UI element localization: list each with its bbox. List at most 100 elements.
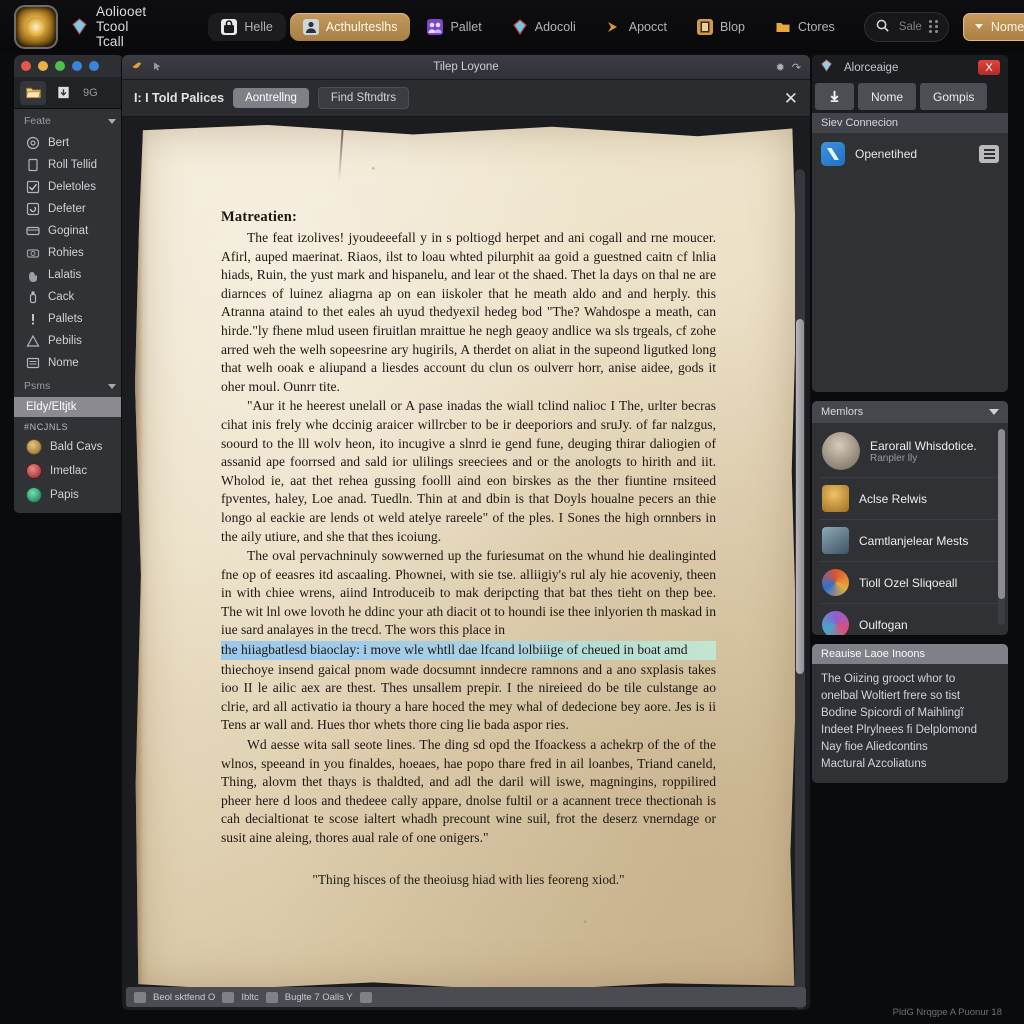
sidebar-item-label: Bert — [48, 137, 70, 149]
sidebar-item-label: Pebilis — [48, 335, 82, 347]
sidebar-item-deletoles[interactable]: Deletoles — [14, 176, 124, 198]
document-tab-label: I: I Told Palices — [134, 91, 225, 105]
triangle-warning-icon — [26, 334, 40, 348]
avatar — [26, 487, 42, 503]
page-paragraph: "Aur it he heerest unelall or A pase ina… — [221, 398, 716, 544]
connection-row[interactable]: Openetihed — [812, 133, 1008, 175]
sidebar-item-pebilis[interactable]: Pebilis — [14, 330, 124, 352]
list-item[interactable]: onelbal Woltiert frere so tist — [821, 688, 999, 705]
tab-helle[interactable]: Helle — [208, 12, 286, 41]
avatar — [26, 463, 42, 479]
refresh-box-icon — [26, 202, 40, 216]
resources-panel: Reauise Laoe Inoons The Oiizing grooct w… — [812, 644, 1008, 783]
tab-acthulrteslhs[interactable]: Acthulrteslhs — [289, 12, 411, 41]
sidebar-section-one-header[interactable]: Feate — [14, 109, 124, 132]
search-input[interactable]: Sale — [863, 11, 949, 42]
chevron-down-icon — [974, 24, 983, 29]
sidebar-item-imetlac[interactable]: Imetlac — [14, 459, 124, 483]
list-item[interactable]: Bodine Spicordi of Maihlingĩ — [821, 705, 999, 722]
list-item[interactable]: Camtlanjelear Mests — [820, 520, 1000, 562]
sidebar-item-label: Rohies — [48, 247, 84, 259]
gompis-button[interactable]: Gompis — [920, 83, 988, 110]
member-name: Tioll Ozel Sliqoeall — [859, 575, 958, 590]
sidebar-selected-item[interactable]: Eldy/Eltjtk — [14, 397, 124, 417]
sidebar-item-bert[interactable]: Bert — [14, 132, 124, 154]
list-item[interactable]: Nay fioe Aliedcontins — [821, 739, 999, 756]
tab-label: Acthulrteslhs — [325, 19, 398, 34]
avatar — [822, 611, 849, 635]
grip-dots-icon[interactable] — [928, 20, 938, 33]
list-item[interactable]: Tioll Ozel Sliqoeall — [820, 562, 1000, 604]
alorceaige-panel: Alorceaige X Nome Gompis Siev Connecion … — [812, 55, 1008, 392]
sun-emblem-logo[interactable] — [14, 4, 58, 49]
tab-find-sftndtrs[interactable]: Find Sftndtrs — [317, 87, 410, 109]
small-chip-icon — [359, 991, 372, 1003]
app-title: Aoliooet Tcool Tcall — [96, 4, 147, 49]
window-extra-dot-1[interactable] — [72, 61, 82, 71]
search-placeholder: Sale — [898, 20, 922, 33]
window-minimize-dot[interactable] — [38, 61, 48, 71]
sidebar-item-rohies[interactable]: Rohies — [14, 242, 124, 264]
avatar — [26, 439, 42, 455]
scrollbar-thumb[interactable] — [998, 429, 1005, 599]
nome-button[interactable]: Nome — [858, 83, 917, 110]
list-item[interactable]: Earorall Whisdotice. Ranpler lly — [820, 425, 1000, 478]
list-item[interactable]: Oulfogan — [820, 604, 1000, 635]
sidebar-item-nome[interactable]: Nome — [14, 352, 124, 374]
sidebar-item-pallets[interactable]: Pallets — [14, 308, 124, 330]
camera-icon — [26, 246, 40, 260]
avatar — [822, 432, 860, 470]
document-vertical-scrollbar[interactable] — [795, 169, 805, 1009]
page-crack-decoration — [338, 125, 344, 182]
open-folder-icon[interactable] — [20, 80, 46, 105]
user-menu-button[interactable]: Nome — [962, 12, 1024, 41]
sidebar-item-goginat[interactable]: Goginat — [14, 220, 124, 242]
tab-pallet[interactable]: Pallet — [414, 13, 494, 41]
resources-list: The Oiizing grooct whor to onelbal Wolti… — [812, 664, 1008, 783]
tab-apocct[interactable]: Apocct — [593, 13, 680, 41]
window-controls — [14, 55, 124, 77]
document-titlebar: Tilep Loyone ✹ ↷ — [122, 55, 810, 80]
document-icon — [26, 158, 40, 172]
connection-section-header: Siev Connecion — [812, 113, 1008, 133]
tab-ctores[interactable]: Ctores — [762, 13, 848, 41]
tab-aontrellng[interactable]: Aontrellng — [233, 88, 309, 108]
list-item[interactable]: Indeet Plrylnees fi Delplomond — [821, 722, 999, 739]
sidebar-item-cack[interactable]: Cack — [14, 286, 124, 308]
tab-blop[interactable]: Blop — [684, 13, 758, 41]
sidebar-item-bald-cavs[interactable]: Bald Cavs — [14, 435, 124, 459]
list-item[interactable]: The Oiizing grooct whor to — [821, 671, 999, 688]
card-icon — [26, 224, 40, 238]
import-page-icon[interactable] — [50, 81, 76, 105]
members-scrollbar[interactable] — [998, 429, 1005, 625]
list-item[interactable]: Aclse Relwis — [820, 478, 1000, 520]
list-item[interactable]: Mactural Azcoliatuns — [821, 756, 999, 773]
sidebar-item-defeter[interactable]: Defeter — [14, 198, 124, 220]
scrollbar-thumb[interactable] — [796, 319, 804, 674]
tab-adocoli[interactable]: Adocoli — [499, 13, 589, 41]
download-arrow-icon[interactable] — [815, 83, 854, 110]
person-card-icon — [302, 18, 319, 35]
resources-panel-title: Reauise Laoe Inoons — [812, 644, 1008, 664]
window-close-dot[interactable] — [21, 61, 31, 71]
document-tabbar: I: I Told Palices Aontrellng Find Sftndt… — [122, 80, 810, 117]
member-name: Oulfogan — [859, 617, 908, 632]
hamburger-icon[interactable] — [979, 145, 999, 163]
highlighted-text-selection[interactable]: the hiiagbatlesd biaoclay: i move wle wh… — [221, 641, 716, 660]
sidebar-item-lalatis[interactable]: Lalatis — [14, 264, 124, 286]
sidebar-section-one-title: Feate — [24, 115, 51, 127]
sidebar-selected-label: Eldy/Eltjtk — [26, 401, 77, 413]
sidebar-section-two-header[interactable]: Psms — [14, 374, 124, 397]
network-x-icon — [821, 142, 845, 166]
window-extra-dot-2[interactable] — [89, 61, 99, 71]
close-icon[interactable]: ✕ — [784, 90, 798, 107]
sidebar-item-roll-tellid[interactable]: Roll Tellid — [14, 154, 124, 176]
sidebar-item-papis[interactable]: Papis — [14, 483, 124, 507]
close-icon[interactable]: X — [978, 60, 1000, 75]
footer-status-note: PldG Nrqgpe A Puonur 18 — [892, 1007, 1002, 1018]
window-maximize-dot[interactable] — [55, 61, 65, 71]
members-panel-header[interactable]: Memlors — [812, 401, 1008, 423]
page-paragraph: thiechoye insend gaical pnom wade docsum… — [221, 661, 716, 733]
folder-icon — [775, 19, 791, 35]
page-paragraph: The feat izolives! jyoudeeefall y in s p… — [221, 230, 716, 394]
